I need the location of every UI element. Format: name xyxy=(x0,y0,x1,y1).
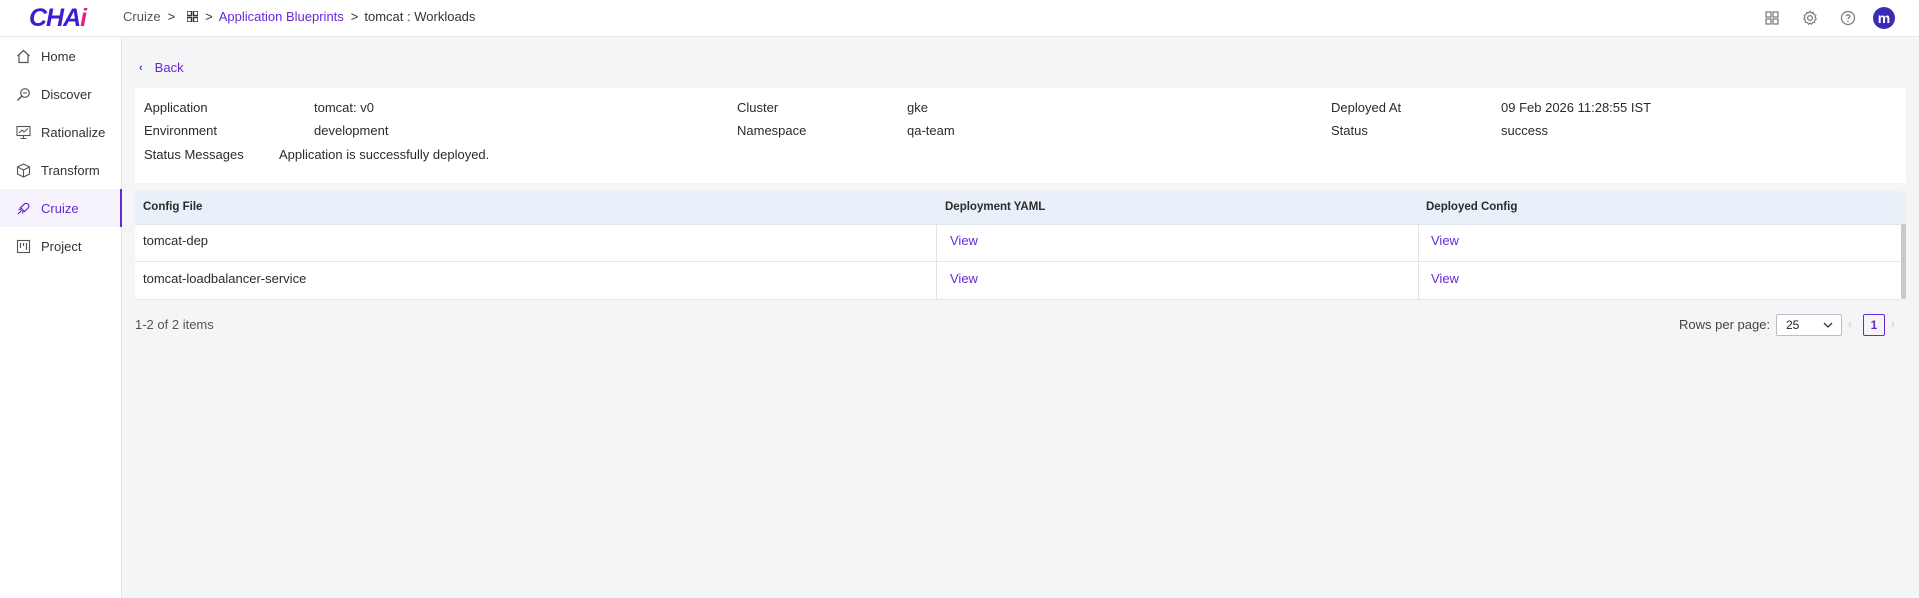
breadcrumb-separator: > xyxy=(350,9,359,24)
table-row: tomcat-dep View View xyxy=(135,224,1901,262)
sidebar-item-label: Transform xyxy=(41,162,100,178)
sidebar-item-cruize[interactable]: Cruize xyxy=(0,189,122,227)
grid-icon[interactable] xyxy=(187,11,199,22)
column-header-deployed-config[interactable]: Deployed Config xyxy=(1426,191,1517,224)
sidebar-item-transform[interactable]: Transform xyxy=(0,151,121,189)
status-messages-label: Status Messages xyxy=(144,147,244,162)
chevron-down-icon xyxy=(1823,322,1833,328)
cube-icon xyxy=(15,162,31,178)
column-divider xyxy=(1418,262,1419,299)
sidebar-item-label: Home xyxy=(41,48,76,64)
status-label: Status xyxy=(1331,123,1368,138)
column-header-deployment-yaml[interactable]: Deployment YAML xyxy=(945,191,1045,224)
cluster-label: Cluster xyxy=(737,100,779,115)
chevron-left-icon: ‹ xyxy=(139,61,143,74)
project-icon xyxy=(15,238,31,254)
sidebar-item-home[interactable]: Home xyxy=(0,37,121,75)
namespace-label: Namespace xyxy=(737,123,807,138)
config-file-cell: tomcat-dep xyxy=(143,233,209,248)
column-divider xyxy=(936,262,937,299)
sidebar-item-rationalize[interactable]: Rationalize xyxy=(0,113,121,151)
column-header-config-file[interactable]: Config File xyxy=(143,191,202,224)
view-deployed-config-link[interactable]: View xyxy=(1431,224,1459,261)
rows-per-page-value: 25 xyxy=(1786,318,1800,332)
environment-label: Environment xyxy=(144,123,217,138)
application-label: Application xyxy=(144,100,208,115)
top-bar: CHAi Cruize > > Application Blueprints >… xyxy=(0,0,1919,37)
namespace-value: qa-team xyxy=(907,123,955,138)
sidebar-item-label: Cruize xyxy=(41,200,79,216)
rows-per-page-select[interactable]: 25 xyxy=(1776,314,1842,336)
user-avatar[interactable]: m xyxy=(1873,7,1895,29)
breadcrumb: Cruize > > Application Blueprints > tomc… xyxy=(123,9,475,24)
breadcrumb-separator: > xyxy=(205,9,213,24)
status-value: success xyxy=(1501,123,1548,138)
deployment-details: Application tomcat: v0 Cluster gke Deplo… xyxy=(135,88,1906,183)
view-deployed-config-link[interactable]: View xyxy=(1431,262,1459,299)
sidebar: Home Discover Rationalize Transform Crui… xyxy=(0,37,122,598)
rows-per-page-label: Rows per page: xyxy=(1679,317,1771,332)
chai-logo[interactable]: CHAi xyxy=(29,4,87,33)
column-divider xyxy=(1418,224,1419,261)
cruize-icon xyxy=(15,200,31,216)
sidebar-item-label: Rationalize xyxy=(41,124,106,140)
breadcrumb-application-blueprints[interactable]: Application Blueprints xyxy=(219,9,344,24)
view-deployment-yaml-link[interactable]: View xyxy=(950,262,978,299)
breadcrumb-cruize[interactable]: Cruize xyxy=(123,9,161,24)
config-table: Config File Deployment YAML Deployed Con… xyxy=(135,191,1906,300)
gear-icon[interactable] xyxy=(1801,9,1819,27)
rationalize-icon xyxy=(15,124,31,140)
back-label: Back xyxy=(154,60,184,75)
config-file-cell: tomcat-loadbalancer-service xyxy=(143,271,307,286)
table-row: tomcat-loadbalancer-service View View xyxy=(135,262,1901,300)
column-divider xyxy=(936,224,937,261)
sidebar-item-label: Project xyxy=(41,238,82,254)
previous-page-button[interactable]: ‹ xyxy=(1848,317,1852,331)
environment-value: development xyxy=(314,123,389,138)
help-icon[interactable] xyxy=(1839,9,1857,27)
header-actions: m xyxy=(1763,0,1919,36)
application-value: tomcat: v0 xyxy=(314,100,374,115)
discover-icon xyxy=(15,86,31,102)
sidebar-item-discover[interactable]: Discover xyxy=(0,75,121,113)
status-messages-value: Application is successfully deployed. xyxy=(279,147,490,162)
sidebar-item-project[interactable]: Project xyxy=(0,227,121,265)
pagination-summary: 1-2 of 2 items xyxy=(135,317,214,332)
table-header: Config File Deployment YAML Deployed Con… xyxy=(135,191,1901,225)
next-page-button[interactable]: › xyxy=(1891,317,1895,331)
cluster-value: gke xyxy=(907,100,928,115)
breadcrumb-separator: > xyxy=(167,9,176,24)
deployed-at-label: Deployed At xyxy=(1331,100,1402,115)
view-deployment-yaml-link[interactable]: View xyxy=(950,224,978,261)
home-icon xyxy=(15,48,31,64)
sidebar-item-label: Discover xyxy=(41,86,92,102)
page-1-button[interactable]: 1 xyxy=(1863,314,1885,336)
apps-grid-icon[interactable] xyxy=(1763,9,1781,27)
back-button[interactable]: ‹ Back xyxy=(139,60,184,75)
breadcrumb-current: tomcat : Workloads xyxy=(364,9,476,24)
deployed-at-value: 09 Feb 2026 11:28:55 IST xyxy=(1501,100,1652,115)
table-scrollbar-thumb[interactable] xyxy=(1901,224,1906,299)
